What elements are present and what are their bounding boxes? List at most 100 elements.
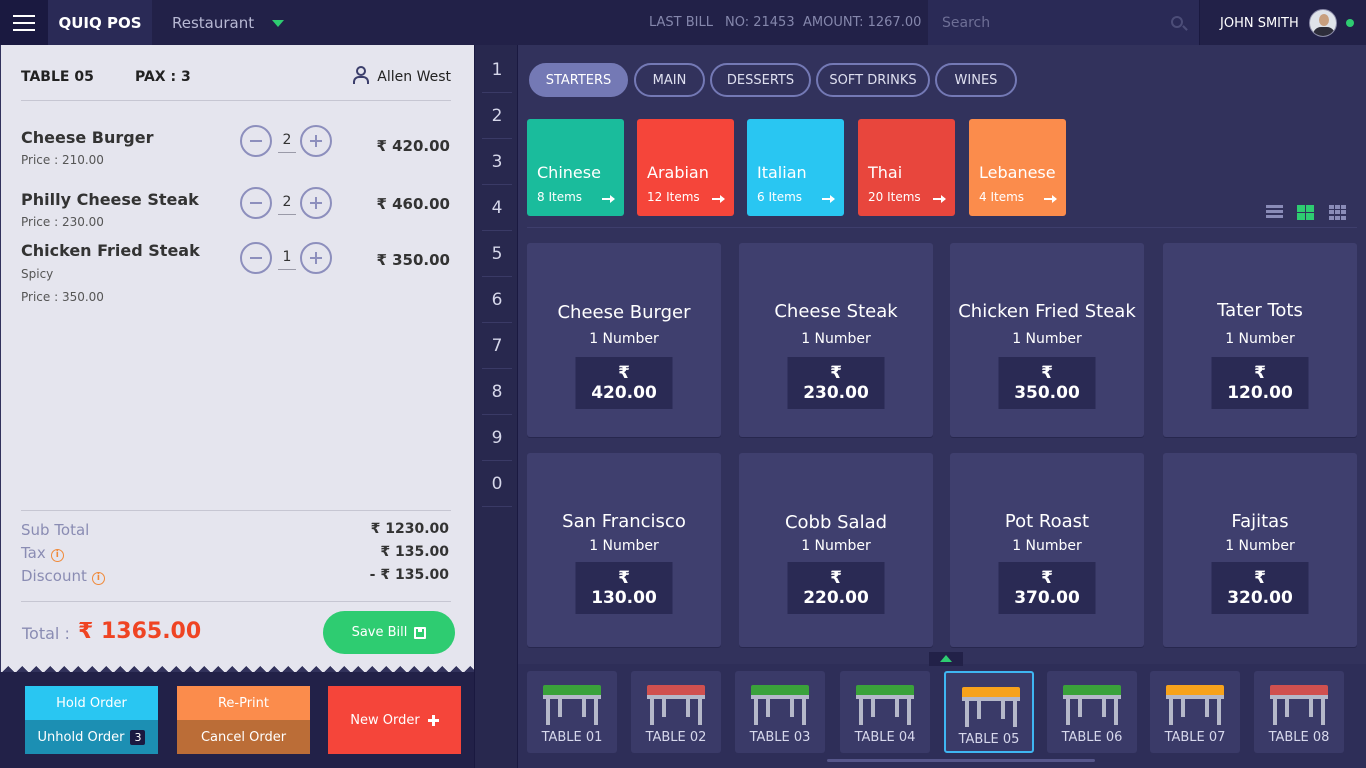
product-price: ₹ 220.00 xyxy=(787,562,885,614)
numpad-key-5[interactable]: 5 xyxy=(482,231,512,277)
order-item-note: Spicy xyxy=(21,267,54,281)
decrease-qty-button[interactable] xyxy=(240,242,272,274)
product-price: ₹ 320.00 xyxy=(1211,562,1309,614)
order-item-price: Price : 210.00 xyxy=(21,153,104,167)
product-unit: 1 Number xyxy=(1012,331,1082,347)
search-input[interactable] xyxy=(942,12,1162,34)
cuisine-tile-italian[interactable]: Italian 6 Items xyxy=(747,119,844,216)
cuisine-count: 8 Items xyxy=(537,190,583,204)
product-name: San Francisco xyxy=(562,511,686,532)
compact-grid-view-icon[interactable] xyxy=(1329,205,1346,220)
product-unit: 1 Number xyxy=(589,538,659,554)
table-card-01[interactable]: TABLE 01 xyxy=(527,671,617,753)
totals-section: Sub Total ₹ 1230.00 Tax i ₹ 135.00 Discou… xyxy=(21,510,451,585)
avatar[interactable] xyxy=(1309,9,1337,37)
menu-icon[interactable] xyxy=(0,0,48,45)
product-name: Cobb Salad xyxy=(784,512,888,533)
info-icon[interactable]: i xyxy=(91,572,105,585)
last-bill-label: LAST BILL xyxy=(649,15,713,30)
order-item-amount: ₹ 420.00 xyxy=(376,137,450,155)
tables-scrollbar[interactable] xyxy=(827,759,1095,762)
product-card[interactable]: Cheese Burger 1 Number ₹ 420.00 xyxy=(527,243,721,437)
tab-wines[interactable]: WINES xyxy=(935,63,1017,97)
cuisine-tile-chinese[interactable]: Chinese 8 Items xyxy=(527,119,624,216)
numpad-key-2[interactable]: 2 xyxy=(482,93,512,139)
total-value: ₹ 1365.00 xyxy=(78,619,202,644)
table-label: TABLE 08 xyxy=(1268,730,1330,745)
cuisine-name: Lebanese xyxy=(979,163,1056,182)
table-card-06[interactable]: TABLE 06 xyxy=(1047,671,1137,753)
table-label: TABLE 04 xyxy=(854,730,916,745)
order-header: TABLE 05 PAX : 3 Allen West xyxy=(21,45,451,101)
cuisine-name: Thai xyxy=(868,163,903,182)
last-bill-number: NO: 21453 xyxy=(725,15,795,30)
cuisine-name: Arabian xyxy=(647,163,709,182)
table-card-08[interactable]: TABLE 08 xyxy=(1254,671,1344,753)
cuisine-tile-arabian[interactable]: Arabian 12 Items xyxy=(637,119,734,216)
quantity-stepper: 2 xyxy=(240,187,336,219)
hold-order-button[interactable]: Hold Order xyxy=(25,686,158,720)
tab-soft-drinks[interactable]: SOFT DRINKS xyxy=(816,63,930,97)
new-order-button[interactable]: New Order xyxy=(328,686,461,754)
new-order-label: New Order xyxy=(350,712,420,728)
product-card[interactable]: Cheese Steak 1 Number ₹ 230.00 xyxy=(739,243,933,437)
cuisine-count: 20 Items xyxy=(868,190,921,204)
numpad-key-8[interactable]: 8 xyxy=(482,369,512,415)
increase-qty-button[interactable] xyxy=(300,125,332,157)
table-card-02[interactable]: TABLE 02 xyxy=(631,671,721,753)
increase-qty-button[interactable] xyxy=(300,242,332,274)
increase-qty-button[interactable] xyxy=(300,187,332,219)
unhold-count-badge: 3 xyxy=(130,729,146,745)
product-card[interactable]: Fajitas 1 Number ₹ 320.00 xyxy=(1163,453,1357,647)
reprint-button[interactable]: Re-Print xyxy=(177,686,310,720)
product-card[interactable]: Pot Roast 1 Number ₹ 370.00 xyxy=(950,453,1144,647)
order-actions: Hold Order Unhold Order 3 Re-Print Cance… xyxy=(0,672,474,768)
product-unit: 1 Number xyxy=(801,331,871,347)
mode-dropdown[interactable]: Restaurant xyxy=(172,14,285,32)
user-name: JOHN SMITH xyxy=(1220,16,1299,31)
numpad-key-4[interactable]: 4 xyxy=(482,185,512,231)
numpad-key-9[interactable]: 9 xyxy=(482,415,512,461)
product-card[interactable]: San Francisco 1 Number ₹ 130.00 xyxy=(527,453,721,647)
decrease-qty-button[interactable] xyxy=(240,187,272,219)
list-view-icon[interactable] xyxy=(1266,205,1283,220)
numpad-key-6[interactable]: 6 xyxy=(482,277,512,323)
product-card[interactable]: Cobb Salad 1 Number ₹ 220.00 xyxy=(739,453,933,647)
numpad-key-3[interactable]: 3 xyxy=(482,139,512,185)
product-name: Chicken Fried Steak xyxy=(958,301,1136,322)
unhold-order-button[interactable]: Unhold Order 3 xyxy=(25,720,158,754)
arrow-right-icon xyxy=(822,195,835,203)
cuisine-tile-lebanese[interactable]: Lebanese 4 Items xyxy=(969,119,1066,216)
waiter-name: Allen West xyxy=(377,69,451,85)
tab-desserts[interactable]: DESSERTS xyxy=(710,63,811,97)
cancel-order-button[interactable]: Cancel Order xyxy=(177,720,310,754)
table-card-04[interactable]: TABLE 04 xyxy=(840,671,930,753)
numpad-key-1[interactable]: 1 xyxy=(482,47,512,93)
tab-starters[interactable]: STARTERS xyxy=(529,63,628,97)
search-icon[interactable] xyxy=(1171,16,1183,28)
product-price: ₹ 130.00 xyxy=(575,562,673,614)
product-price: ₹ 230.00 xyxy=(787,357,885,409)
table-label: TABLE 06 xyxy=(1061,730,1123,745)
arrow-right-icon xyxy=(1044,195,1057,203)
decrease-qty-button[interactable] xyxy=(240,125,272,157)
table-icon xyxy=(1270,685,1328,725)
table-card-07[interactable]: TABLE 07 xyxy=(1150,671,1240,753)
cuisine-tile-thai[interactable]: Thai 20 Items xyxy=(858,119,955,216)
product-card[interactable]: Tater Tots 1 Number ₹ 120.00 xyxy=(1163,243,1357,437)
numpad-key-7[interactable]: 7 xyxy=(482,323,512,369)
product-name: Tater Tots xyxy=(1217,300,1303,321)
tax-row: Tax i ₹ 135.00 xyxy=(21,534,451,562)
cuisine-name: Italian xyxy=(757,163,807,182)
tab-main[interactable]: MAIN xyxy=(634,63,705,97)
order-item-name: Cheese Burger xyxy=(21,128,154,147)
grid-view-icon[interactable] xyxy=(1297,205,1314,220)
expand-tables-icon[interactable] xyxy=(929,652,963,666)
table-card-05[interactable]: TABLE 05 xyxy=(944,671,1034,753)
last-bill-amount: AMOUNT: 1267.00 xyxy=(803,15,922,30)
table-card-03[interactable]: TABLE 03 xyxy=(735,671,825,753)
numpad-key-0[interactable]: 0 xyxy=(482,461,512,507)
product-name: Pot Roast xyxy=(1004,511,1090,532)
product-card[interactable]: Chicken Fried Steak 1 Number ₹ 350.00 xyxy=(950,243,1144,437)
save-bill-button[interactable]: Save Bill xyxy=(323,611,455,654)
